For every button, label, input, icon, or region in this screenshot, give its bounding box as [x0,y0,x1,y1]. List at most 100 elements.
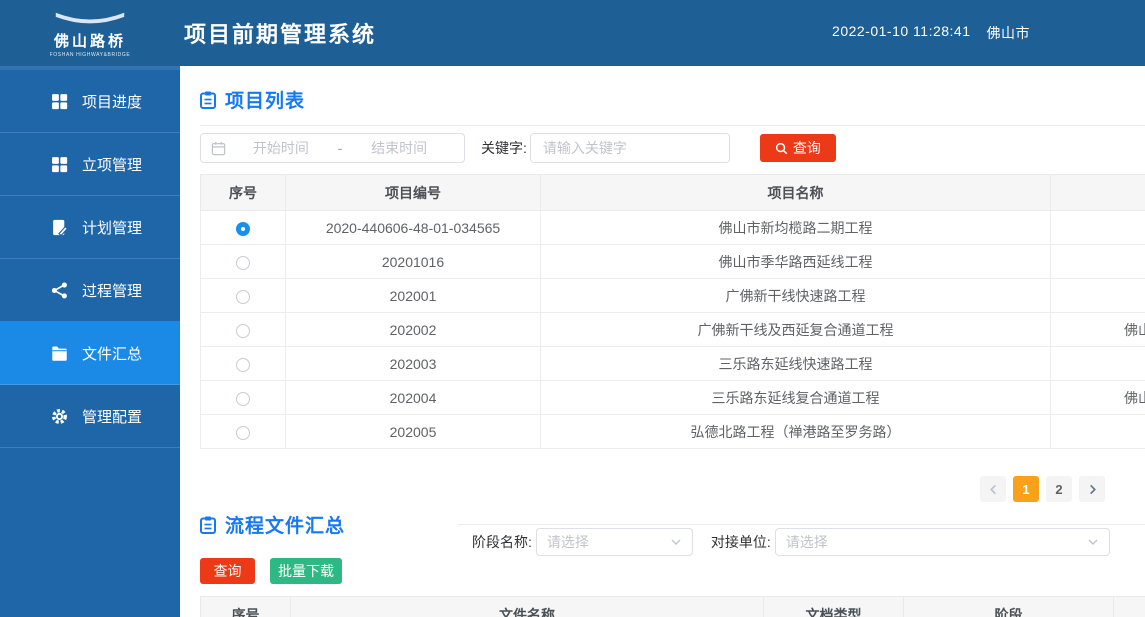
divider [458,524,1145,525]
section-title-process-files: 流程文件汇总 [200,511,345,538]
pagination-next-button[interactable] [1079,476,1105,502]
files-table-container: 序号 文件名称 文档类型 阶段 [200,596,1145,617]
search-icon [775,142,788,154]
table-row: 202004三乐路东延线复合通道工程佛山 [200,380,1145,415]
pagination-page-1[interactable]: 1 [1013,476,1039,502]
cell-select [200,346,286,381]
table-row: 202003 三乐路东延线快速路工程 [200,346,1145,381]
cell-project-name: 广佛新干线快速路工程 [540,278,1051,313]
sidebar-item-6[interactable]: 管理配置 [0,385,180,448]
header-city: 佛山市 [986,25,1030,41]
share-icon [51,282,68,299]
header-datetime: 2022-01-10 11:28:41 [832,23,971,39]
gear-icon [51,408,68,425]
keyword-input[interactable] [529,133,730,163]
table-row: 202001 广佛新干线快速路工程 [200,278,1145,313]
cell-select [200,312,286,347]
row-radio[interactable] [236,323,250,338]
cell-extra [1050,210,1145,245]
calendar-icon [211,141,226,155]
cell-select [200,278,286,313]
row-radio[interactable] [236,255,250,270]
keyword-label: 关键字: [481,140,527,156]
main-content: 项目列表 开始时间 - 结束时间 关键字: 请输入关键字 查询 序号 项目编号 … [180,66,1145,617]
chevron-down-icon [1088,539,1098,545]
column-header: 项目编号 [285,174,541,211]
cell-extra [1050,414,1145,449]
cell-project-name: 广佛新干线及西延复合通道工程 [540,312,1051,347]
column-header [1113,596,1145,617]
chevron-right-icon [1089,484,1096,494]
sidebar-item-5[interactable]: 文件汇总 [0,322,180,385]
page-title: 项目前期管理系统 [184,22,377,47]
sidebar-item-label: 管理配置 [82,408,143,426]
section-title-text: 项目列表 [225,91,306,112]
row-radio[interactable] [236,357,250,372]
cell-project-code: 20201016 [285,244,541,279]
bridge-logo-icon [55,12,125,23]
column-header: 序号 [200,174,286,211]
divider [200,125,1145,126]
cell-project-code: 202002 [285,312,541,347]
cell-project-name: 佛山市新均榄路二期工程 [540,210,1051,245]
cell-extra [1050,244,1145,279]
cell-project-code: 202004 [285,380,541,415]
cell-extra [1050,278,1145,313]
cell-select [200,380,286,415]
sidebar-item-label: 项目进度 [82,93,143,111]
row-radio-selected[interactable] [236,221,250,236]
document-edit-icon [51,219,68,236]
table-row: 202002广佛新干线及西延复合通道工程佛山 [200,312,1145,347]
column-header [1050,174,1145,211]
app-logo: 佛山路桥 FOSHAN HIGHWAY&BRIDGE [0,9,180,58]
sidebar-item-2[interactable]: 立项管理 [0,133,180,196]
pagination-page-2[interactable]: 2 [1046,476,1072,502]
files-table: 序号 文件名称 文档类型 阶段 [200,596,1145,617]
chevron-left-icon [989,484,996,494]
cell-project-name: 弘德北路工程（禅港路至罗务路） [540,414,1051,449]
row-radio[interactable] [236,289,250,304]
date-separator: - [337,140,343,156]
cell-extra: 佛山 [1050,312,1145,347]
date-end-placeholder[interactable]: 结束时间 [344,138,454,158]
column-header: 文件名称 [290,596,764,617]
sidebar-item-4[interactable]: 过程管理 [0,259,180,322]
grid-icon [51,93,68,110]
table-row: 2020-440606-48-01-034565 佛山市新均榄路二期工程 [200,210,1145,245]
sidebar-item-1[interactable]: 项目进度 [0,70,180,133]
column-header: 序号 [200,596,291,617]
row-radio[interactable] [236,425,250,440]
project-table-container: 序号 项目编号 项目名称 2020-440606-48-01-034565 佛山市新均… [200,174,1145,449]
cell-extra [1050,346,1145,381]
sidebar-item-3[interactable]: 计划管理 [0,196,180,259]
top-header: 佛山路桥 FOSHAN HIGHWAY&BRIDGE 项目前期管理系统 2022… [0,0,1145,66]
section-title-project-list: 项目列表 [200,86,1145,113]
batch-download-button[interactable]: 批量下载 [270,558,342,584]
column-header: 阶段 [903,596,1114,617]
project-table: 序号 项目编号 项目名称 2020-440606-48-01-034565 佛山市新均… [200,174,1145,449]
sidebar-menu: 项目进度立项管理 计划管理过程管理文件汇总管理配置 [0,66,180,617]
cell-select [200,414,286,449]
process-search-button[interactable]: 查询 [200,558,255,584]
pagination-prev-button[interactable] [980,476,1006,502]
date-start-placeholder[interactable]: 开始时间 [226,138,336,158]
cell-project-code: 2020-440606-48-01-034565 [285,210,541,245]
cell-project-code: 202005 [285,414,541,449]
date-range-picker[interactable]: 开始时间 - 结束时间 [200,133,465,163]
clipboard-icon [200,91,216,109]
stage-label: 阶段名称: [472,534,532,550]
folder-icon [51,345,68,362]
cell-extra: 佛山 [1050,380,1145,415]
search-button[interactable]: 查询 [759,134,836,162]
cell-select [200,244,286,279]
sidebar-item-label: 过程管理 [82,282,143,300]
unit-select[interactable]: 请选择 [774,528,1110,556]
column-header: 项目名称 [540,174,1051,211]
table-row: 202005 弘德北路工程（禅港路至罗务路） [200,414,1145,449]
cell-project-code: 202001 [285,278,541,313]
stage-select[interactable]: 请选择 [535,528,693,556]
row-radio[interactable] [236,391,250,406]
column-header: 文档类型 [763,596,904,617]
chevron-down-icon [671,539,681,545]
logo-name: 佛山路桥 [53,32,126,50]
